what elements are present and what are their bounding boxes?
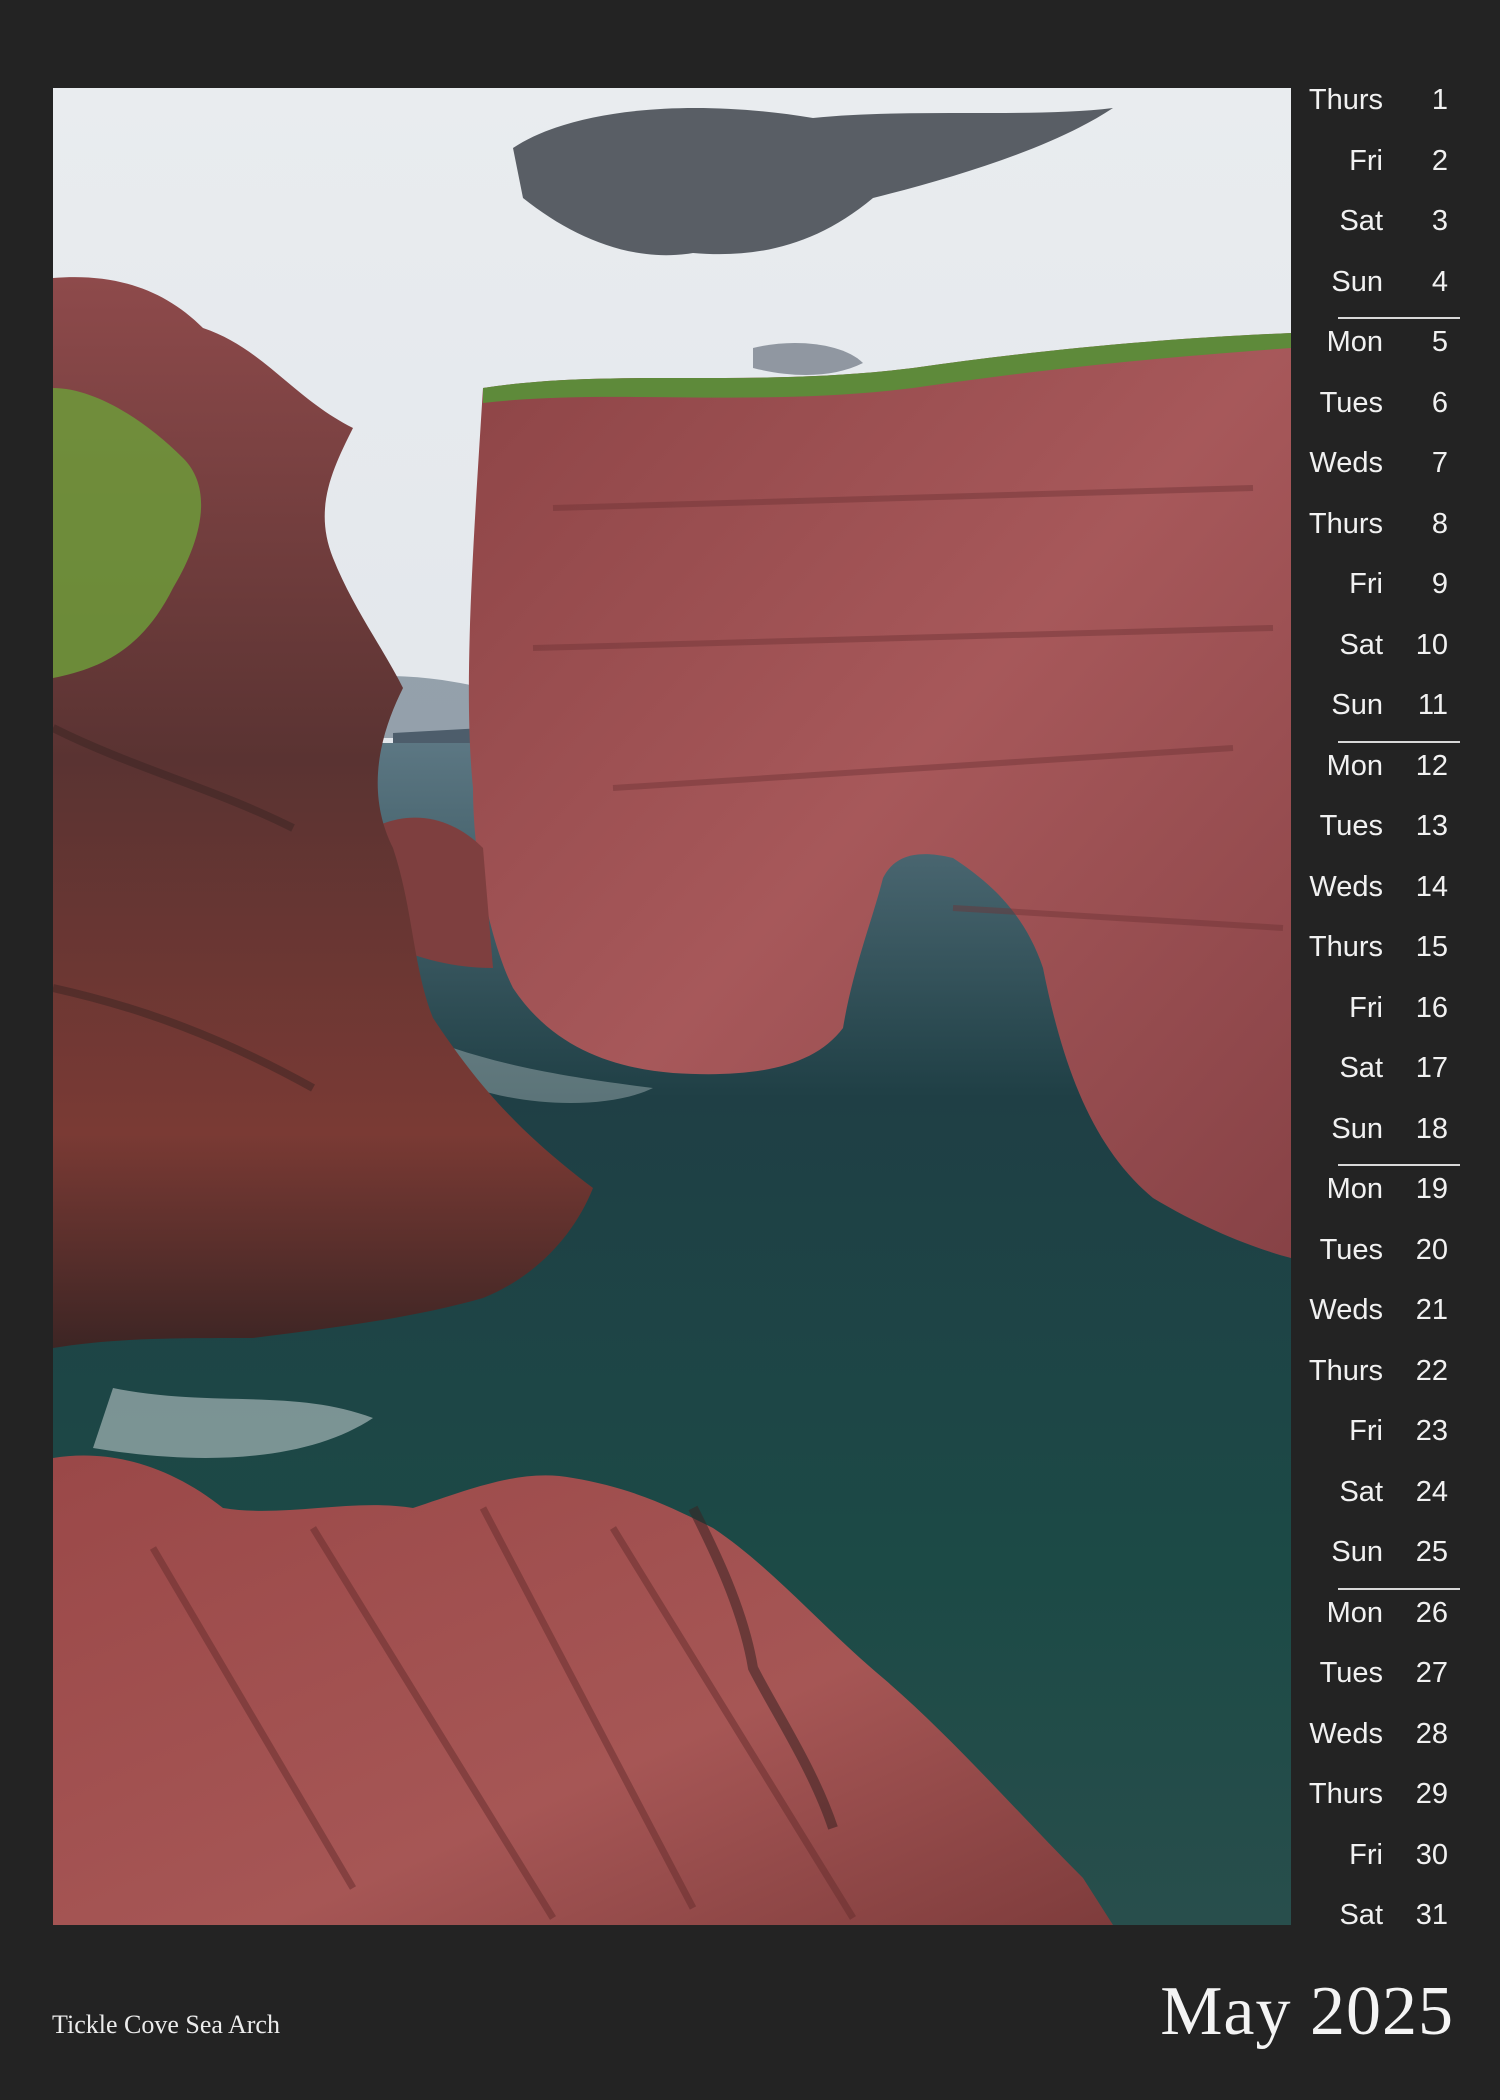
day-number: 5 (1431, 326, 1448, 358)
day-row: Tues 6 (1300, 380, 1500, 441)
day-number: 9 (1431, 568, 1448, 600)
day-number: 26 (1415, 1596, 1448, 1629)
day-name: Sat (1339, 1475, 1383, 1508)
day-row: Fri 9 (1300, 561, 1500, 622)
day-name: Thurs (1308, 1778, 1383, 1810)
day-row: Tues 13 (1300, 803, 1500, 864)
day-name: Tues (1319, 1657, 1383, 1689)
day-row: Tues 20 (1300, 1227, 1500, 1288)
day-number: 2 (1431, 144, 1448, 177)
day-row: Tues 27 (1300, 1650, 1500, 1711)
day-name: Weds (1309, 870, 1383, 903)
day-row: Sun 18 (1300, 1106, 1500, 1167)
day-row: Weds 7 (1300, 440, 1500, 501)
day-row: Sat 3 (1300, 198, 1500, 259)
day-number: 8 (1431, 507, 1448, 540)
day-number: 21 (1415, 1294, 1448, 1326)
day-row: Sat 10 (1300, 622, 1500, 683)
day-name: Tues (1319, 1233, 1383, 1266)
day-number: 4 (1431, 265, 1448, 298)
month-title: May 2025 (1160, 1973, 1454, 2050)
day-row: Sat 24 (1300, 1469, 1500, 1530)
day-name: Sat (1339, 205, 1383, 237)
day-number: 30 (1415, 1838, 1448, 1871)
day-row: Fri 23 (1300, 1408, 1500, 1469)
day-row: Sun 4 (1300, 259, 1500, 320)
day-number: 1 (1431, 84, 1448, 116)
day-row: Mon 19 (1300, 1166, 1500, 1227)
day-number: 20 (1415, 1233, 1448, 1266)
day-row: Sun 11 (1300, 682, 1500, 743)
day-name: Tues (1319, 810, 1383, 842)
day-name: Thurs (1308, 84, 1383, 116)
day-number: 31 (1415, 1899, 1448, 1931)
day-number: 24 (1415, 1475, 1448, 1508)
day-row: Thurs 15 (1300, 924, 1500, 985)
day-name: Weds (1309, 447, 1383, 479)
day-row: Thurs 8 (1300, 501, 1500, 562)
day-name: Mon (1326, 1173, 1383, 1205)
day-name: Sun (1331, 689, 1383, 721)
day-number: 10 (1415, 628, 1448, 661)
day-row: Weds 14 (1300, 864, 1500, 925)
day-name: Sun (1331, 1112, 1383, 1145)
day-row: Fri 16 (1300, 985, 1500, 1046)
day-row: Weds 21 (1300, 1287, 1500, 1348)
photo-caption: Tickle Cove Sea Arch (52, 2010, 280, 2039)
day-row: Thurs 29 (1300, 1771, 1500, 1832)
day-row: Thurs 1 (1300, 77, 1500, 138)
day-number: 19 (1415, 1173, 1448, 1205)
day-name: Thurs (1308, 507, 1383, 540)
day-row: Sun 25 (1300, 1529, 1500, 1590)
day-number: 17 (1415, 1052, 1448, 1084)
day-number: 7 (1431, 447, 1448, 479)
day-number: 15 (1415, 931, 1448, 963)
day-name: Sun (1331, 265, 1383, 298)
day-name: Sat (1339, 1052, 1383, 1084)
day-name: Fri (1349, 144, 1383, 177)
day-number: 12 (1415, 749, 1448, 782)
day-number: 29 (1415, 1778, 1448, 1810)
sea-arch-illustration (53, 88, 1291, 1925)
day-row: Fri 2 (1300, 138, 1500, 199)
day-row: Mon 26 (1300, 1590, 1500, 1651)
day-number: 22 (1415, 1354, 1448, 1387)
day-row: Mon 5 (1300, 319, 1500, 380)
day-name: Fri (1349, 1838, 1383, 1871)
day-row: Mon 12 (1300, 743, 1500, 804)
day-name: Mon (1326, 326, 1383, 358)
day-number: 14 (1415, 870, 1448, 903)
day-name: Sat (1339, 628, 1383, 661)
day-name: Mon (1326, 1596, 1383, 1629)
day-name: Fri (1349, 1415, 1383, 1447)
day-number: 25 (1415, 1536, 1448, 1568)
day-number: 28 (1415, 1717, 1448, 1750)
day-number: 11 (1417, 689, 1448, 721)
day-row: Thurs 22 (1300, 1348, 1500, 1409)
day-name: Sun (1331, 1536, 1383, 1568)
day-number: 27 (1415, 1657, 1448, 1689)
day-name: Sat (1339, 1899, 1383, 1931)
day-name: Fri (1349, 568, 1383, 600)
day-name: Thurs (1308, 931, 1383, 963)
day-name: Tues (1319, 386, 1383, 419)
day-name: Weds (1309, 1294, 1383, 1326)
day-row: Fri 30 (1300, 1832, 1500, 1893)
day-list: Thurs 1 Fri 2 Sat 3 Sun 4 Mon 5 Tues 6 Weds 7 Thurs 8 Fr… (1300, 77, 1500, 1953)
day-name: Mon (1326, 749, 1383, 782)
day-number: 6 (1431, 386, 1448, 419)
day-row: Sat 31 (1300, 1892, 1500, 1953)
day-row: Sat 17 (1300, 1045, 1500, 1106)
day-number: 16 (1415, 991, 1448, 1024)
day-name: Thurs (1308, 1354, 1383, 1387)
day-number: 23 (1415, 1415, 1448, 1447)
day-name: Fri (1349, 991, 1383, 1024)
day-row: Weds 28 (1300, 1711, 1500, 1772)
day-name: Weds (1309, 1717, 1383, 1750)
day-number: 13 (1415, 810, 1448, 842)
sea-arch-photo (53, 88, 1291, 1925)
day-number: 3 (1431, 205, 1448, 237)
day-number: 18 (1415, 1112, 1448, 1145)
